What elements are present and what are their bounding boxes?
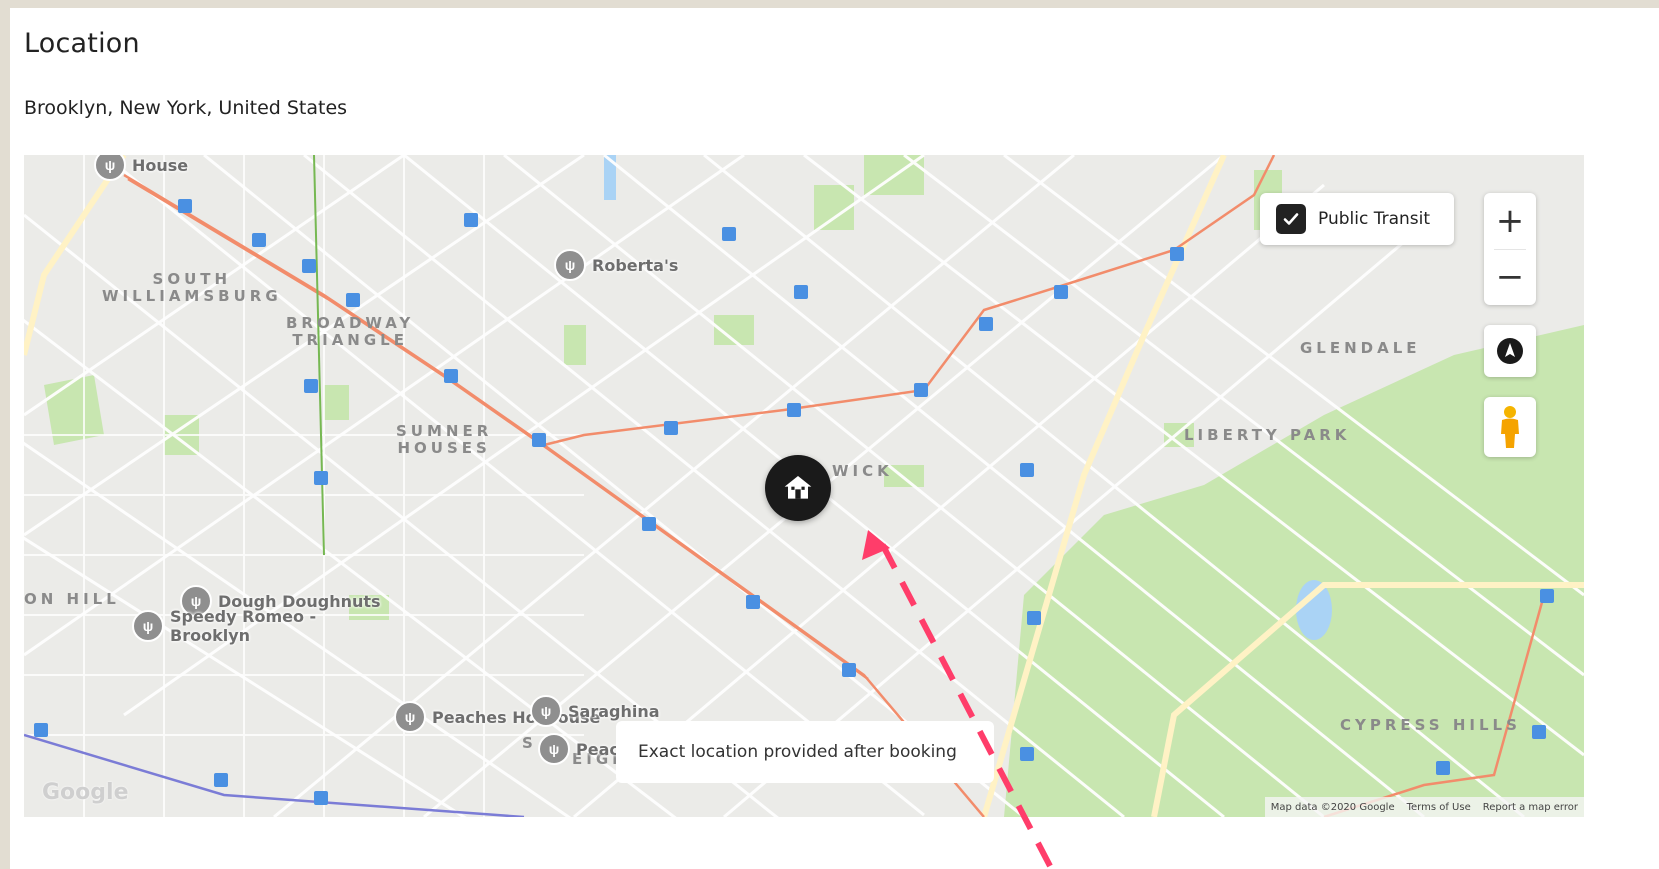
checkmark-icon	[1283, 213, 1299, 225]
poi-speedy-romeo[interactable]: ψ Speedy Romeo - Brooklyn	[132, 607, 316, 645]
map-attribution: Map data ©2020 Google Terms of Use Repor…	[1264, 797, 1584, 817]
public-transit-label: Public Transit	[1318, 209, 1431, 229]
home-icon	[784, 476, 812, 499]
restaurant-icon: ψ	[394, 701, 426, 733]
google-logo: Google	[42, 780, 129, 805]
public-transit-toggle[interactable]: Public Transit	[1260, 193, 1454, 245]
checkbox-checked-icon[interactable]	[1276, 204, 1306, 234]
zoom-control: + −	[1484, 193, 1536, 305]
area-label-broadway-triangle: BROADWAY TRIANGLE	[286, 314, 415, 349]
restaurant-icon: ψ	[538, 733, 570, 765]
zoom-in-button[interactable]: +	[1484, 193, 1536, 249]
area-label-glendale: GLENDALE	[1300, 339, 1421, 357]
listing-location-marker[interactable]	[765, 455, 831, 521]
report-map-error-link[interactable]: Report a map error	[1483, 802, 1578, 813]
map-data-credit: Map data ©2020 Google	[1270, 801, 1395, 813]
poi-house[interactable]: ψ House	[94, 155, 188, 181]
section-title: Location	[24, 28, 140, 59]
exact-location-note: Exact location provided after booking	[616, 721, 994, 783]
area-label-on-hill: ON HILL	[24, 590, 120, 608]
restaurant-icon: ψ	[132, 610, 164, 642]
restaurant-icon: ψ	[94, 155, 126, 181]
area-label-wick: WICK	[832, 462, 893, 480]
area-label-s: S	[522, 734, 537, 752]
area-label-cypress-hills: CYPRESS HILLS	[1340, 716, 1521, 734]
restaurant-icon: ψ	[554, 249, 586, 281]
street-view-pegman-icon	[1501, 406, 1519, 448]
terms-of-use-link[interactable]: Terms of Use	[1407, 802, 1471, 813]
zoom-out-button[interactable]: −	[1484, 249, 1536, 305]
area-label-south-williamsburg: SOUTH WILLIAMSBURG	[102, 270, 282, 305]
location-address: Brooklyn, New York, United States	[24, 97, 348, 119]
area-label-liberty-park: LIBERTY PARK	[1184, 426, 1351, 444]
map[interactable]: SOUTH WILLIAMSBURG BROADWAY TRIANGLE SUM…	[24, 155, 1584, 817]
my-location-button[interactable]	[1484, 325, 1536, 377]
street-view-button[interactable]	[1484, 397, 1536, 457]
location-icon	[1497, 338, 1523, 364]
poi-robertas[interactable]: ψ Roberta's	[554, 249, 678, 281]
area-label-sumner-houses: SUMNER HOUSES	[396, 422, 493, 457]
location-section: Location Brooklyn, New York, United Stat…	[10, 8, 1659, 869]
restaurant-icon: ψ	[530, 695, 562, 727]
